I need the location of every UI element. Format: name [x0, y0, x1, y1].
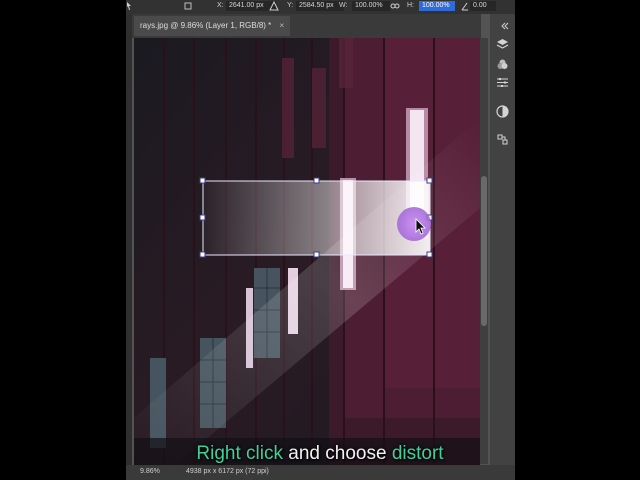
toolbar-strip	[126, 14, 132, 480]
caption-highlight-2: distort	[391, 443, 444, 464]
close-tab-button[interactable]: ×	[280, 21, 285, 30]
panel-dock	[490, 14, 515, 480]
width-field[interactable]: 100.00%	[352, 1, 390, 11]
y-position-field[interactable]: 2584.50 px	[296, 1, 344, 11]
y-label: Y:	[287, 2, 294, 9]
reference-point-checkbox[interactable]	[184, 0, 192, 12]
link-icon[interactable]	[390, 0, 400, 12]
angle-field[interactable]: 0.00	[470, 1, 496, 11]
height-field[interactable]: 100.00%	[419, 1, 455, 11]
click-indicator	[397, 207, 431, 241]
x-label: X:	[217, 2, 224, 9]
relative-position-icon[interactable]	[269, 0, 279, 12]
document-canvas[interactable]	[134, 38, 480, 466]
document-tab[interactable]: rays.jpg @ 9.86% (Layer 1, RGB/8) * ×	[134, 16, 291, 36]
layers-icon[interactable]	[496, 36, 509, 49]
vertical-scrollbar[interactable]	[480, 38, 488, 464]
options-bar: X: 2641.00 px Y: 2584.50 px W: 100.00% H…	[126, 0, 515, 14]
document-tab-title: rays.jpg @ 9.86% (Layer 1, RGB/8) *	[140, 21, 272, 30]
adjustments-icon[interactable]	[496, 74, 509, 87]
zoom-level[interactable]: 9.86%	[140, 468, 160, 475]
channels-icon[interactable]	[496, 56, 509, 69]
status-bar: 9.86% 4938 px x 6172 px (72 ppi)	[126, 465, 515, 480]
gradient-layer-selection[interactable]	[203, 181, 430, 255]
photoshop-window: X: 2641.00 px Y: 2584.50 px W: 100.00% H…	[126, 0, 515, 480]
collapse-arrows-icon[interactable]	[496, 18, 509, 31]
photo-rays-building	[134, 38, 480, 466]
properties-icon[interactable]	[496, 103, 509, 118]
document-info: 4938 px x 6172 px (72 ppi)	[186, 468, 269, 475]
h-label: H:	[407, 2, 414, 9]
caption-highlight-1: Right click	[196, 443, 283, 464]
scrollbar-thumb[interactable]	[481, 176, 487, 326]
angle-icon	[461, 0, 469, 12]
paths-icon[interactable]	[496, 131, 509, 145]
video-caption: Right click and choose distort	[0, 443, 640, 465]
caption-plain: and choose	[283, 443, 392, 464]
w-label: W:	[339, 2, 348, 9]
move-tool-icon[interactable]	[126, 0, 132, 12]
